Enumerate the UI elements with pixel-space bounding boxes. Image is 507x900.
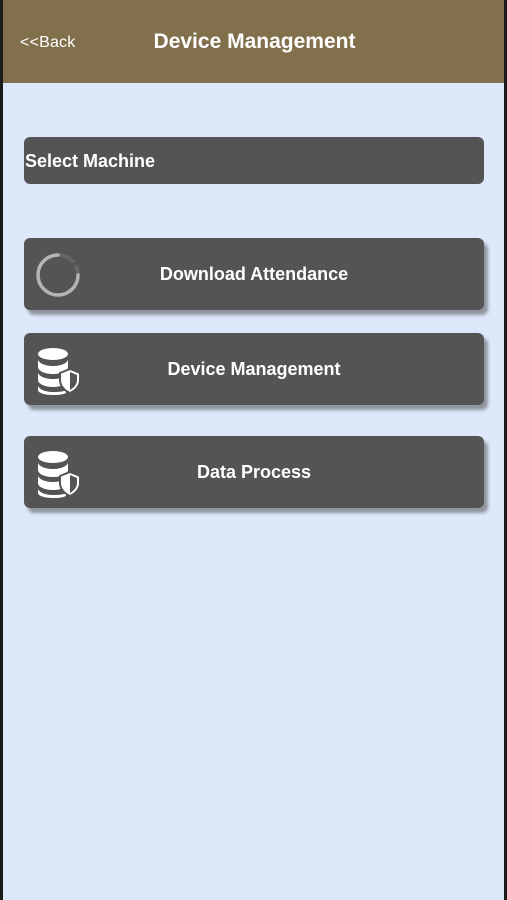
device-management-label: Device Management <box>167 359 341 379</box>
download-attendance-label: Download Attendance <box>159 264 349 284</box>
page-title: Device Management <box>153 30 356 53</box>
download-attendance-button[interactable]: Download Attendance <box>24 238 484 310</box>
select-machine-button[interactable]: Select Machine <box>24 137 484 184</box>
data-process-button[interactable]: Data Process <box>24 436 484 508</box>
navigation-bar: <<Back Device Management <box>3 0 504 83</box>
data-process-label: Data Process <box>196 462 312 482</box>
app-screen: <<Back Device Management Select Machine … <box>3 0 504 900</box>
select-machine-label: Select Machine <box>25 151 156 171</box>
device-management-button[interactable]: Device Management <box>24 333 484 405</box>
